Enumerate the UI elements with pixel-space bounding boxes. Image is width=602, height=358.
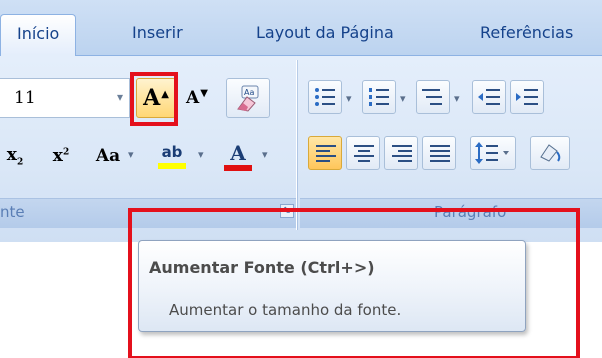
multilevel-list-icon [422,89,442,105]
font-group-label: nte [0,203,25,221]
numbering-button[interactable] [362,80,396,114]
numbering-icon [369,88,389,106]
chevron-down-icon[interactable]: ▾ [262,148,268,161]
increase-indent-icon [516,89,538,105]
align-right-button[interactable] [384,136,418,170]
font-color-swatch [224,165,252,171]
tab-layout-da-pagina[interactable]: Layout da Página [256,14,394,56]
shrink-font-icon: A▼ [186,88,208,108]
decrease-indent-icon [478,89,500,105]
svg-text:Aa: Aa [244,88,254,97]
superscript-icon: x2 [52,146,70,166]
font-size-value: 11 [14,88,36,108]
align-left-icon [316,145,336,165]
chevron-down-icon[interactable]: ▾ [198,148,204,161]
highlighter-icon: ab [161,143,183,161]
tab-referencias[interactable]: Referências [480,14,573,56]
highlight-color-swatch [158,163,186,169]
chevron-down-icon[interactable]: ▾ [346,92,352,105]
highlight-box-tooltip [128,208,580,358]
tab-inserir[interactable]: Inserir [132,14,183,56]
chevron-down-icon[interactable]: ▾ [117,90,123,104]
change-case-icon: Aa [95,146,121,166]
increase-indent-button[interactable] [510,80,544,114]
align-left-button[interactable] [308,136,342,170]
font-color-button[interactable]: A [218,136,258,176]
center-button[interactable] [346,136,380,170]
group-separator [296,60,298,230]
clear-formatting-icon: Aa [237,85,259,112]
highlight-box-grow-font [130,72,178,126]
bullets-icon [315,88,335,106]
font-size-combobox[interactable]: 11 ▾ [0,78,130,118]
multilevel-list-button[interactable] [416,80,450,114]
tab-inicio[interactable]: Início [0,14,77,57]
chevron-down-icon[interactable]: ▾ [400,92,406,105]
bullets-button[interactable] [308,80,342,114]
justify-icon [430,145,450,165]
ribbon-tab-bar: Início Inserir Layout da Página Referênc… [0,0,602,57]
decrease-indent-button[interactable] [472,80,506,114]
shading-button[interactable] [530,136,570,170]
justify-button[interactable] [422,136,456,170]
chevron-down-icon[interactable]: ▾ [454,92,460,105]
chevron-down-icon[interactable]: ▾ [128,148,134,161]
shrink-font-button[interactable]: A▼ [180,80,214,116]
subscript-icon: x2 [6,144,24,168]
align-right-icon [392,145,412,165]
line-spacing-icon [475,142,509,164]
font-color-icon: A [230,141,246,165]
center-icon [354,145,374,165]
clear-formatting-button[interactable]: Aa [226,78,270,118]
change-case-button[interactable]: Aa [88,136,128,176]
subscript-button[interactable]: x2 [0,136,30,176]
highlight-color-button[interactable]: ab [150,136,194,176]
superscript-button[interactable]: x2 [44,136,78,176]
line-spacing-button[interactable] [470,136,516,170]
shading-icon [540,144,561,162]
